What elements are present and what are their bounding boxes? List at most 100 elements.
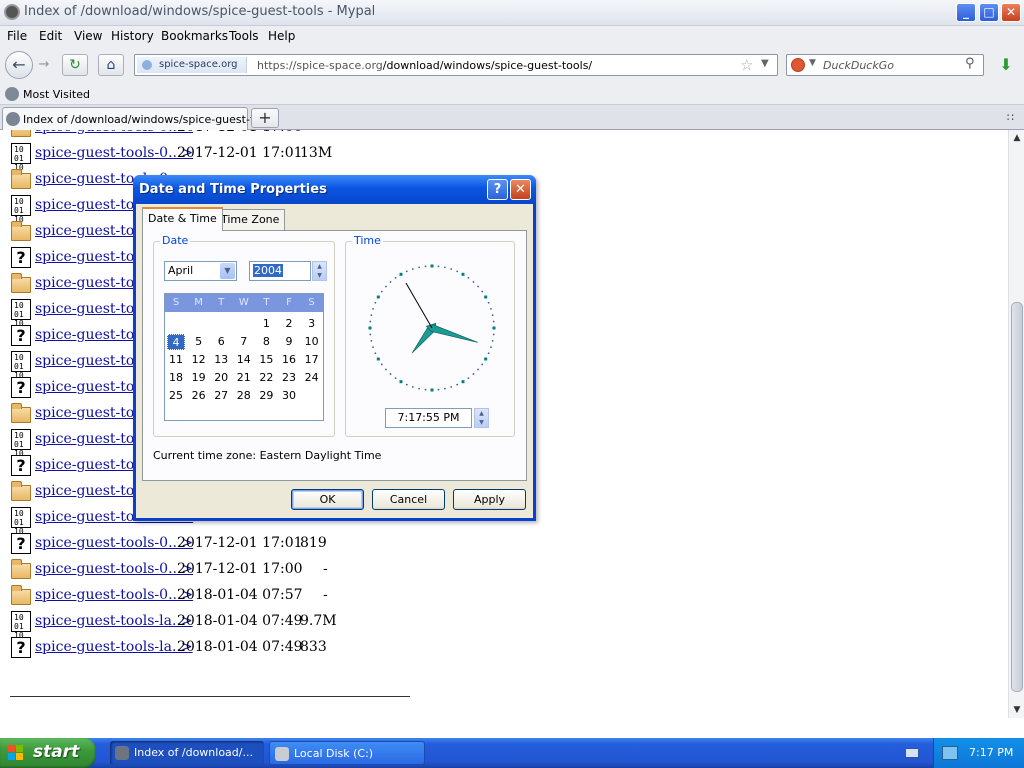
calendar-day[interactable]: 3	[303, 316, 321, 332]
calendar-day[interactable]: 25	[167, 388, 185, 404]
tab-date-time[interactable]: Date & Time	[142, 207, 223, 231]
reload-icon[interactable]: ↻	[62, 54, 88, 76]
calendar-day[interactable]: 7	[235, 334, 253, 350]
calendar-day[interactable]: 11	[167, 352, 185, 368]
calendar-day[interactable]: 12	[190, 352, 208, 368]
calendar-day[interactable]: 19	[190, 370, 208, 386]
weekday-label: S	[308, 297, 315, 308]
folder-icon	[11, 273, 31, 293]
calendar-day[interactable]: 21	[235, 370, 253, 386]
forward-icon[interactable]: →	[35, 57, 53, 75]
calendar-day[interactable]: 6	[212, 334, 230, 350]
file-link[interactable]: spice-guest-tools-0...>	[35, 535, 193, 551]
calendar-day[interactable]: 15	[257, 352, 275, 368]
calendar-day[interactable]: 26	[190, 388, 208, 404]
url-bar[interactable]: spice-space.org https://spice-space.org/…	[134, 54, 778, 76]
calendar-day[interactable]: 18	[167, 370, 185, 386]
tab-time-zone[interactable]: Time Zone	[215, 209, 286, 230]
time-field[interactable]: 7:17:55 PM	[385, 408, 472, 428]
calendar-day[interactable]: 24	[303, 370, 321, 386]
calendar-day[interactable]: 28	[235, 388, 253, 404]
calendar-day[interactable]: 10	[303, 334, 321, 350]
spin-down-icon[interactable]: ▼	[313, 271, 326, 280]
menu-edit[interactable]: Edit	[39, 29, 62, 43]
file-link[interactable]: spice-guest-tools-0...>	[35, 130, 193, 135]
clock-minute-mark	[477, 285, 479, 288]
ok-button[interactable]: OK	[291, 489, 364, 510]
month-select[interactable]: April ▼	[164, 261, 237, 281]
tray-clock[interactable]: 7:17 PM	[969, 746, 1013, 759]
url-text[interactable]: https://spice-space.org/download/windows…	[257, 59, 592, 72]
month-calendar[interactable]: SMTWTFS 1 2 3 4 5 6 7 8 9 10 11 12 13 14 15 16 17 18 19 20 2…	[164, 293, 324, 421]
calendar-day[interactable]: 2	[280, 316, 298, 332]
year-spinner[interactable]: ▲ ▼	[312, 261, 327, 281]
menu-file[interactable]: File	[7, 29, 27, 43]
calendar-day[interactable]: 9	[280, 334, 298, 350]
tab-index[interactable]: Index of /download/windows/spice-guest-t…	[2, 107, 271, 131]
start-button[interactable]: start	[0, 738, 96, 768]
menu-help[interactable]: Help	[268, 29, 295, 43]
close-window-button[interactable]: ✕	[1001, 3, 1021, 22]
search-icon[interactable]: ⚲	[965, 56, 975, 71]
scroll-up-icon[interactable]: ▲	[1010, 130, 1024, 146]
spin-up-icon[interactable]: ▲	[475, 409, 488, 418]
taskbar-item-local-disk[interactable]: Local Disk (C:)	[269, 741, 425, 765]
calendar-day[interactable]: 5	[190, 334, 208, 350]
url-dropdown-icon[interactable]: ▼	[761, 58, 769, 69]
clock-minute-mark	[491, 339, 494, 342]
time-group-label: Time	[352, 234, 383, 247]
calendar-day[interactable]: 17	[303, 352, 321, 368]
menu-bookmarks[interactable]: Bookmarks	[161, 29, 228, 43]
analog-clock	[368, 264, 496, 392]
network-icon[interactable]	[942, 746, 958, 760]
calendar-day[interactable]: 27	[212, 388, 230, 404]
taskbar-item-browser[interactable]: Index of /download/...	[110, 741, 264, 765]
maximize-button[interactable]: □	[979, 3, 999, 22]
calendar-day[interactable]: 22	[257, 370, 275, 386]
menu-tools[interactable]: Tools	[229, 29, 259, 43]
minimize-button[interactable]: _	[956, 3, 976, 22]
calendar-day[interactable]: 1	[257, 316, 275, 332]
page-scrollbar[interactable]: ▲ ▼	[1008, 130, 1024, 718]
year-field[interactable]: 2004	[249, 261, 311, 281]
dialog-close-button[interactable]: ✕	[510, 179, 531, 200]
spin-up-icon[interactable]: ▲	[313, 262, 326, 271]
back-icon[interactable]: ←	[5, 51, 33, 79]
calendar-day[interactable]: 30	[280, 388, 298, 404]
apply-button[interactable]: Apply	[453, 489, 526, 510]
calendar-day[interactable]: 8	[257, 334, 275, 350]
new-tab-button[interactable]: +	[251, 108, 279, 128]
downloads-icon[interactable]: ⬇	[994, 54, 1018, 76]
menu-view[interactable]: View	[74, 29, 102, 43]
home-icon[interactable]: ⌂	[98, 54, 124, 76]
calendar-day[interactable]: 13	[212, 352, 230, 368]
search-engine-dropdown-icon[interactable]: ▼	[809, 58, 816, 68]
keyboard-icon[interactable]	[905, 748, 919, 758]
bookmark-most-visited[interactable]: Most Visited	[23, 88, 90, 101]
calendar-day[interactable]: 16	[280, 352, 298, 368]
scrollbar-thumb[interactable]	[1011, 302, 1023, 692]
scroll-down-icon[interactable]: ▼	[1010, 702, 1024, 718]
spin-down-icon[interactable]: ▼	[475, 418, 488, 427]
calendar-day[interactable]: 23	[280, 370, 298, 386]
time-spinner[interactable]: ▲ ▼	[474, 408, 489, 428]
bookmark-star-icon[interactable]: ☆	[740, 56, 753, 74]
dialog-help-button[interactable]: ?	[487, 179, 508, 200]
site-identity-button[interactable]: spice-space.org	[137, 57, 247, 73]
file-link[interactable]: spice-guest-tools-0...>	[35, 561, 193, 577]
calendar-day[interactable]: 14	[235, 352, 253, 368]
menu-history[interactable]: History	[111, 29, 154, 43]
list-all-tabs-icon[interactable]: ∷	[1007, 111, 1014, 124]
calendar-day[interactable]: 4	[167, 334, 185, 350]
file-link[interactable]: spice-guest-tools-0...>	[35, 145, 193, 161]
calendar-day[interactable]: 29	[257, 388, 275, 404]
chevron-down-icon[interactable]: ▼	[220, 263, 235, 279]
search-bar[interactable]: ▼ DuckDuckGo ⚲	[786, 54, 984, 76]
file-link[interactable]: spice-guest-tools-la..>	[35, 613, 193, 629]
file-date: 2017-12-01 17:00	[177, 561, 303, 577]
cancel-button[interactable]: Cancel	[372, 489, 445, 510]
file-link[interactable]: spice-guest-tools-la..>	[35, 639, 193, 655]
file-link[interactable]: spice-guest-tools-0...>	[35, 587, 193, 603]
calendar-day[interactable]: 20	[212, 370, 230, 386]
duckduckgo-icon[interactable]	[791, 58, 805, 72]
